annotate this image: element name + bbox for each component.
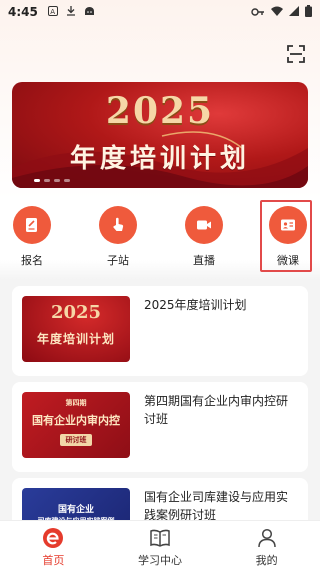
book-icon bbox=[149, 527, 171, 549]
course-title: 第四期国有企业内审内控研讨班 bbox=[144, 394, 289, 426]
status-bar: 4:45 A bbox=[0, 0, 320, 24]
battery-icon bbox=[305, 4, 312, 20]
thumb-text: 国有企业 bbox=[57, 505, 94, 515]
quick-nav-label: 子站 bbox=[107, 254, 129, 267]
carousel-indicator bbox=[34, 179, 70, 182]
course-thumbnail: 2025 年度培训计划 bbox=[22, 296, 130, 362]
status-right bbox=[251, 4, 312, 20]
home-e-icon bbox=[42, 527, 64, 549]
carousel-dot bbox=[44, 179, 50, 182]
highlight-box bbox=[260, 200, 312, 272]
course-card[interactable]: 第四期 国有企业内审内控 研讨班 第四期国有企业内审内控研讨班 bbox=[12, 382, 308, 472]
a-badge-icon: A bbox=[47, 5, 58, 19]
svg-text:A: A bbox=[50, 8, 55, 16]
signal-icon bbox=[289, 5, 299, 19]
quick-nav-substation[interactable]: 子站 bbox=[88, 204, 148, 268]
tab-learning-center[interactable]: 学习中心 bbox=[107, 521, 214, 569]
tab-mine[interactable]: 我的 bbox=[213, 521, 320, 569]
video-camera-icon bbox=[185, 206, 223, 244]
tab-bar: 首页 学习中心 我的 bbox=[0, 520, 320, 569]
banner-title: 年度培训计划 bbox=[69, 144, 250, 174]
download-icon bbox=[66, 5, 76, 19]
scan-icon[interactable] bbox=[286, 44, 306, 64]
thumb-text: 第四期 bbox=[65, 398, 87, 407]
course-title: 2025年度培训计划 bbox=[144, 298, 247, 312]
course-title: 国有企业司库建设与应用实践案例研讨班 bbox=[144, 490, 289, 522]
wifi-icon bbox=[271, 5, 283, 19]
banner-carousel[interactable]: 2025 年度培训计划 bbox=[12, 82, 308, 188]
course-thumbnail: 第四期 国有企业内审内控 研讨班 bbox=[22, 392, 130, 458]
tab-label: 学习中心 bbox=[138, 554, 182, 567]
tab-label: 首页 bbox=[42, 554, 65, 567]
pointer-hand-icon bbox=[99, 206, 137, 244]
quick-nav-label: 直播 bbox=[193, 254, 215, 267]
tab-home[interactable]: 首页 bbox=[0, 521, 107, 569]
tab-label: 我的 bbox=[255, 554, 278, 567]
carousel-dot bbox=[64, 179, 70, 182]
thumb-text: 年度培训计划 bbox=[36, 332, 115, 346]
course-card[interactable]: 2025 年度培训计划 2025年度培训计划 bbox=[12, 286, 308, 376]
person-icon bbox=[256, 527, 278, 549]
android-icon bbox=[84, 6, 95, 19]
carousel-dot bbox=[34, 179, 40, 182]
carousel-dot bbox=[54, 179, 60, 182]
quick-nav-label: 报名 bbox=[21, 254, 43, 267]
form-icon bbox=[13, 206, 51, 244]
quick-nav-live[interactable]: 直播 bbox=[174, 204, 234, 268]
thumb-text: 2025 bbox=[50, 302, 102, 323]
app-screen: 4:45 A 2025 年度培训计划 报名 子站 直播 微课 2025 年度培训… bbox=[0, 0, 320, 569]
quick-nav-signup[interactable]: 报名 bbox=[2, 204, 62, 268]
key-icon bbox=[251, 5, 265, 19]
thumb-text: 国有企业内审内控 bbox=[32, 414, 120, 427]
banner-year: 2025 bbox=[105, 90, 215, 132]
status-time: 4:45 bbox=[8, 5, 38, 19]
thumb-text: 研讨班 bbox=[60, 434, 92, 446]
